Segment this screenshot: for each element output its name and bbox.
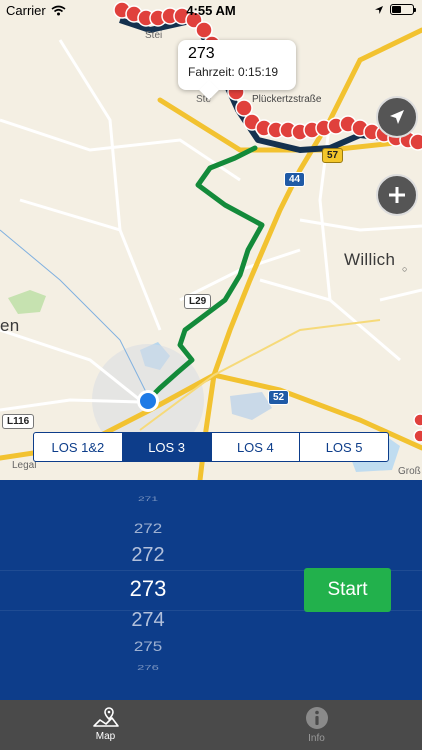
tab-los-4[interactable]: LOS 4 bbox=[212, 433, 301, 461]
tab-info[interactable]: Info bbox=[211, 700, 422, 750]
map-view[interactable]: Willich ○ en Stei Ste Plückertzstraße Le… bbox=[0, 0, 422, 480]
tab-los-3[interactable]: LOS 3 bbox=[122, 433, 212, 461]
locate-me-button[interactable] bbox=[376, 96, 418, 138]
tab-info-label: Info bbox=[308, 733, 325, 744]
route-callout[interactable]: 273 Fahrzeit: 0:15:19 bbox=[178, 40, 296, 90]
road-shield-l116: L116 bbox=[2, 414, 35, 429]
picker-row[interactable]: 275 bbox=[60, 639, 236, 655]
picker-row[interactable]: 272 bbox=[60, 544, 236, 567]
info-icon bbox=[305, 707, 328, 729]
tab-los-1-2[interactable]: LOS 1&2 bbox=[34, 433, 123, 461]
picker-row[interactable]: 272 bbox=[60, 521, 236, 537]
zoom-in-button[interactable] bbox=[376, 174, 418, 216]
tab-bar: Map Info bbox=[0, 700, 422, 750]
status-time: 4:55 AM bbox=[186, 3, 236, 18]
tab-map-label: Map bbox=[95, 731, 116, 742]
map-label-en: en bbox=[0, 316, 20, 335]
callout-title: 273 bbox=[188, 45, 215, 62]
tab-map[interactable]: Map bbox=[0, 700, 211, 750]
status-bar: Carrier 4:55 AM bbox=[0, 0, 422, 22]
picker-row[interactable]: 276 bbox=[60, 663, 236, 671]
picker-row[interactable]: 274 bbox=[60, 609, 236, 632]
road-shield-a44: 44 bbox=[284, 172, 306, 187]
picker-row[interactable]: 271 bbox=[60, 496, 236, 503]
map-label-gross: Groß bbox=[398, 466, 421, 477]
map-icon bbox=[92, 707, 119, 727]
start-button[interactable]: Start bbox=[304, 568, 391, 612]
map-label-willich: Willich bbox=[344, 250, 396, 269]
map-place-dot: ○ bbox=[402, 264, 408, 274]
map-legal-link[interactable]: Legal bbox=[12, 460, 36, 471]
tab-los-5[interactable]: LOS 5 bbox=[300, 433, 388, 461]
picker-selected-row[interactable]: 273 bbox=[60, 576, 236, 602]
location-arrow-icon bbox=[390, 110, 404, 124]
callout-drive-time: Fahrzeit: 0:15:19 bbox=[188, 65, 279, 79]
map-label-pluckertzstrasse: Plückertzstraße bbox=[252, 94, 322, 105]
road-shield-a52: 52 bbox=[268, 390, 290, 405]
map-label-street-top: Stei bbox=[145, 30, 163, 41]
plus-icon bbox=[389, 187, 405, 203]
los-segmented-control: LOS 1&2 LOS 3 LOS 4 LOS 5 bbox=[33, 432, 389, 462]
location-services-icon bbox=[375, 5, 383, 14]
road-shield-l29: L29 bbox=[184, 294, 212, 309]
road-shield-a57: 57 bbox=[322, 148, 344, 163]
number-picker[interactable]: 271 272 272 273 274 275 276 bbox=[60, 480, 236, 700]
battery-icon bbox=[390, 4, 416, 15]
